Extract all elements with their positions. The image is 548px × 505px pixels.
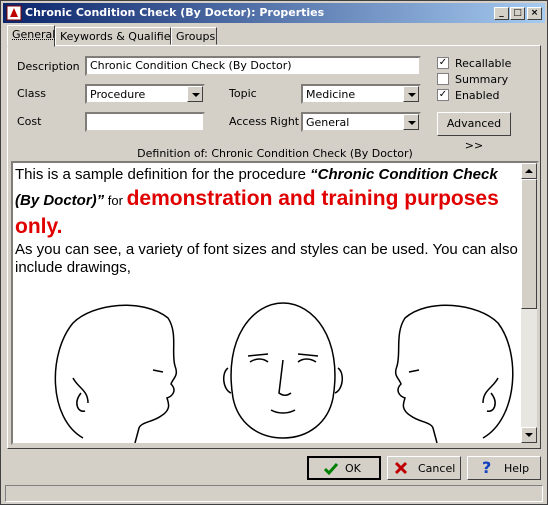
- definition-content: This is a sample definition for the proc…: [15, 165, 520, 277]
- topic-label: Topic: [229, 87, 257, 100]
- definition-paragraph-2: As you can see, a variety of font sizes …: [15, 241, 518, 276]
- checkmark-icon: [323, 463, 339, 476]
- tab-general[interactable]: General: [7, 25, 55, 47]
- recallable-checkbox[interactable]: ✓: [437, 57, 449, 69]
- definition-heading: Definition of: Chronic Condition Check (…: [137, 147, 413, 160]
- chevron-down-icon[interactable]: [403, 86, 419, 102]
- ok-button[interactable]: OK: [307, 456, 381, 480]
- class-select-value: Procedure: [90, 88, 146, 101]
- help-question-icon: ?: [482, 458, 492, 477]
- help-label: Help: [504, 462, 530, 475]
- definition-intro: This is a sample definition for the proc…: [15, 166, 311, 183]
- class-label: Class: [17, 87, 46, 100]
- help-button[interactable]: ? Help: [467, 456, 541, 480]
- chevron-up-icon: [525, 169, 533, 173]
- access-right-select-value: General: [306, 116, 350, 129]
- cancel-button[interactable]: Cancel: [387, 456, 461, 480]
- front-face-head: [223, 302, 343, 439]
- left-profile-head: [54, 304, 178, 443]
- definition-paragraph-1: This is a sample definition for the proc…: [15, 165, 520, 241]
- minimize-button[interactable]: _: [494, 7, 509, 20]
- chevron-down-icon[interactable]: [403, 114, 419, 130]
- summary-checkbox[interactable]: [437, 73, 449, 85]
- cancel-label: Cancel: [418, 462, 456, 475]
- title-bar[interactable]: Chronic Condition Check (By Doctor): Pro…: [3, 3, 545, 23]
- app-icon: [6, 5, 22, 21]
- description-label: Description: [17, 60, 80, 73]
- chevron-down-icon: [525, 433, 533, 437]
- vertical-scrollbar[interactable]: [521, 163, 537, 443]
- enabled-checkbox[interactable]: ✓: [437, 89, 449, 101]
- window-title: Chronic Condition Check (By Doctor): Pro…: [25, 6, 325, 19]
- definition-editor[interactable]: This is a sample definition for the proc…: [11, 161, 539, 445]
- scroll-down-button[interactable]: [521, 427, 537, 443]
- scroll-up-button[interactable]: [521, 163, 537, 179]
- tab-keywords-qualifiers[interactable]: Keywords & Qualifiers: [55, 27, 181, 45]
- maximize-button[interactable]: □: [510, 7, 525, 20]
- topic-select[interactable]: Medicine: [301, 84, 421, 104]
- properties-dialog: Chronic Condition Check (By Doctor): Pro…: [0, 0, 548, 505]
- tab-groups[interactable]: Groups: [171, 27, 217, 45]
- cost-field[interactable]: [85, 112, 205, 132]
- chevron-down-icon[interactable]: [187, 86, 203, 102]
- scroll-thumb[interactable]: [521, 179, 537, 309]
- topic-select-value: Medicine: [306, 88, 356, 101]
- class-select[interactable]: Procedure: [85, 84, 205, 104]
- close-button[interactable]: ×: [527, 7, 542, 20]
- recallable-label: Recallable: [455, 57, 512, 70]
- cancel-x-icon: [394, 461, 408, 475]
- cost-label: Cost: [17, 115, 42, 128]
- ok-label: OK: [345, 462, 361, 475]
- description-field[interactable]: Chronic Condition Check (By Doctor): [85, 56, 421, 76]
- definition-for: for: [104, 193, 127, 208]
- summary-label: Summary: [455, 73, 509, 86]
- right-profile-head: [394, 304, 514, 443]
- advanced-button[interactable]: Advanced >>: [437, 112, 511, 152]
- head-drawings: [54, 302, 514, 443]
- access-right-select[interactable]: General: [301, 112, 421, 132]
- access-right-label: Access Right: [229, 115, 300, 128]
- enabled-label: Enabled: [455, 89, 500, 102]
- status-bar: [5, 485, 543, 502]
